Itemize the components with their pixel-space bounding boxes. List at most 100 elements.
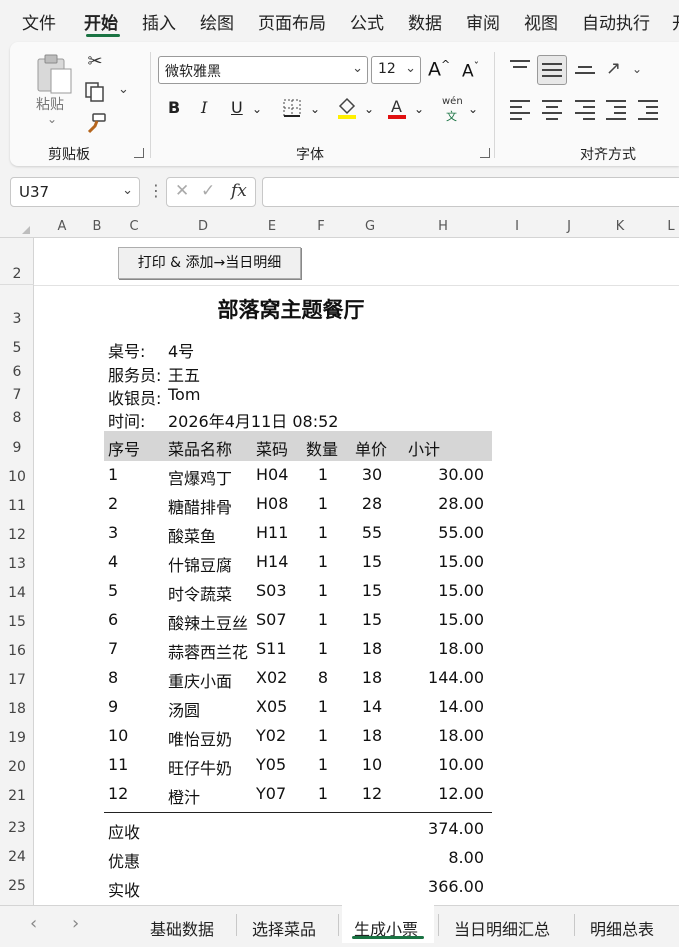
column-header-e[interactable]: E bbox=[265, 219, 279, 234]
row-header[interactable]: 5 bbox=[0, 340, 34, 356]
clipboard-launcher-icon[interactable] bbox=[134, 148, 144, 158]
row-header[interactable]: 21 bbox=[0, 788, 34, 804]
row-header[interactable]: 19 bbox=[0, 730, 34, 746]
print-and-add-button[interactable]: 打印 & 添加→当日明细 bbox=[118, 247, 301, 279]
row-header[interactable]: 18 bbox=[0, 701, 34, 717]
underline-dropdown-icon[interactable]: ⌄ bbox=[252, 102, 262, 116]
phonetic-dropdown-icon[interactable]: ⌄ bbox=[468, 102, 478, 116]
decrease-indent-icon[interactable] bbox=[606, 100, 626, 124]
select-all-corner[interactable] bbox=[0, 214, 34, 238]
column-header-d[interactable]: D bbox=[196, 219, 210, 234]
increase-indent-icon[interactable] bbox=[638, 100, 658, 124]
fill-color-dropdown-icon[interactable]: ⌄ bbox=[364, 102, 374, 116]
total-value-received: 366.00 bbox=[428, 877, 484, 896]
chevron-right-icon[interactable]: › bbox=[72, 913, 79, 934]
paste-label[interactable]: 粘贴 bbox=[36, 94, 64, 114]
font-color-dropdown-icon[interactable]: ⌄ bbox=[414, 102, 424, 116]
formula-bar-options-icon[interactable]: ⋮ bbox=[148, 181, 164, 200]
tab-data[interactable]: 数据 bbox=[408, 9, 442, 34]
row-header[interactable]: 25 bbox=[0, 878, 34, 894]
format-painter-icon[interactable] bbox=[84, 112, 108, 134]
tab-formulas[interactable]: 公式 bbox=[350, 9, 384, 34]
column-header-f[interactable]: F bbox=[314, 219, 328, 234]
borders-dropdown-icon[interactable]: ⌄ bbox=[310, 102, 320, 116]
row-header[interactable]: 7 bbox=[0, 387, 34, 403]
tab-insert[interactable]: 插入 bbox=[142, 9, 176, 34]
row-header[interactable]: 8 bbox=[0, 410, 34, 426]
column-header-j[interactable]: J bbox=[562, 219, 576, 234]
font-size-select[interactable]: 12 ⌄ bbox=[371, 56, 421, 84]
cut-icon[interactable]: ✂ bbox=[84, 50, 106, 72]
orientation-dropdown-icon[interactable]: ⌄ bbox=[632, 62, 642, 76]
row-header[interactable]: 24 bbox=[0, 849, 34, 865]
tab-view[interactable]: 视图 bbox=[524, 9, 558, 34]
sheet-tab-basic-data[interactable]: 基础数据 bbox=[150, 916, 214, 940]
row-header[interactable]: 9 bbox=[0, 440, 34, 456]
row-header[interactable]: 23 bbox=[0, 820, 34, 836]
row-header[interactable]: 2 bbox=[0, 266, 34, 282]
align-top-icon[interactable] bbox=[510, 60, 530, 72]
copy-icon[interactable] bbox=[82, 80, 108, 104]
row-header[interactable]: 15 bbox=[0, 614, 34, 630]
orientation-icon[interactable]: ↗ bbox=[606, 58, 621, 79]
column-header-i[interactable]: I bbox=[510, 219, 524, 234]
tab-page-layout[interactable]: 页面布局 bbox=[258, 9, 326, 34]
paste-icon[interactable] bbox=[34, 52, 74, 96]
tab-review[interactable]: 审阅 bbox=[466, 9, 500, 34]
phonetic-guide-icon[interactable]: wén bbox=[442, 96, 463, 107]
insert-function-icon[interactable]: fx bbox=[231, 181, 247, 201]
font-launcher-icon[interactable] bbox=[480, 148, 490, 158]
item-price: 15 bbox=[361, 610, 383, 629]
item-no: 8 bbox=[108, 668, 119, 687]
name-box[interactable]: U37 ⌄ bbox=[10, 177, 140, 207]
column-header-g[interactable]: G bbox=[363, 219, 377, 234]
row-header[interactable]: 20 bbox=[0, 759, 34, 775]
column-header-a[interactable]: A bbox=[55, 219, 69, 234]
font-name-select[interactable]: 微软雅黑 ⌄ bbox=[158, 56, 368, 84]
bold-icon[interactable]: B bbox=[168, 98, 180, 117]
row-header[interactable]: 6 bbox=[0, 364, 34, 380]
borders-icon[interactable] bbox=[282, 98, 302, 118]
row-header[interactable]: 16 bbox=[0, 643, 34, 659]
row-header[interactable]: 12 bbox=[0, 527, 34, 543]
confirm-entry-icon[interactable]: ✓ bbox=[201, 181, 215, 201]
column-header-b[interactable]: B bbox=[90, 219, 104, 234]
align-bottom-icon[interactable] bbox=[575, 66, 595, 78]
item-name: 蒜蓉西兰花 bbox=[168, 643, 249, 662]
sheet-tab-daily-summary[interactable]: 当日明细汇总 bbox=[454, 916, 550, 940]
row-header[interactable]: 17 bbox=[0, 672, 34, 688]
formula-input[interactable] bbox=[262, 177, 679, 207]
tab-home[interactable]: 开始 bbox=[84, 9, 118, 34]
tab-file[interactable]: 文件 bbox=[22, 9, 56, 34]
sheet-tab-detail-total[interactable]: 明细总表 bbox=[590, 916, 654, 940]
align-right-icon[interactable] bbox=[575, 100, 595, 124]
row-header[interactable]: 11 bbox=[0, 498, 34, 514]
paste-dropdown-icon[interactable]: ⌄ bbox=[47, 112, 57, 126]
align-left-icon[interactable] bbox=[510, 100, 530, 124]
italic-icon[interactable]: I bbox=[201, 98, 207, 117]
item-subtotal: 55.00 bbox=[438, 523, 484, 542]
font-color-icon[interactable]: A bbox=[386, 96, 408, 120]
item-price: 14 bbox=[361, 697, 383, 716]
decrease-font-size-icon[interactable]: Aˇ bbox=[462, 60, 479, 82]
column-header-k[interactable]: K bbox=[613, 219, 627, 234]
sheet-tab-select-dishes[interactable]: 选择菜品 bbox=[252, 916, 316, 940]
align-center-icon[interactable] bbox=[542, 100, 562, 124]
increase-font-size-icon[interactable]: A^ bbox=[428, 58, 450, 80]
row-header[interactable]: 13 bbox=[0, 556, 34, 572]
chevron-left-icon[interactable]: ‹ bbox=[30, 913, 37, 934]
copy-dropdown-icon[interactable]: ⌄ bbox=[118, 82, 129, 97]
tab-draw[interactable]: 绘图 bbox=[200, 9, 234, 34]
column-header-h[interactable]: H bbox=[436, 219, 450, 234]
tab-overflow[interactable]: 开 bbox=[672, 9, 679, 34]
column-header-c[interactable]: C bbox=[127, 219, 141, 234]
row-header[interactable]: 10 bbox=[0, 469, 34, 485]
cancel-entry-icon[interactable]: ✕ bbox=[175, 181, 189, 201]
underline-icon[interactable]: U bbox=[231, 98, 243, 117]
tab-automate[interactable]: 自动执行 bbox=[582, 9, 650, 34]
row-header[interactable]: 14 bbox=[0, 585, 34, 601]
column-header-l[interactable]: L bbox=[664, 219, 678, 234]
item-subtotal: 144.00 bbox=[428, 668, 484, 687]
item-name: 旺仔牛奶 bbox=[168, 759, 233, 778]
fill-color-icon[interactable] bbox=[336, 96, 358, 120]
